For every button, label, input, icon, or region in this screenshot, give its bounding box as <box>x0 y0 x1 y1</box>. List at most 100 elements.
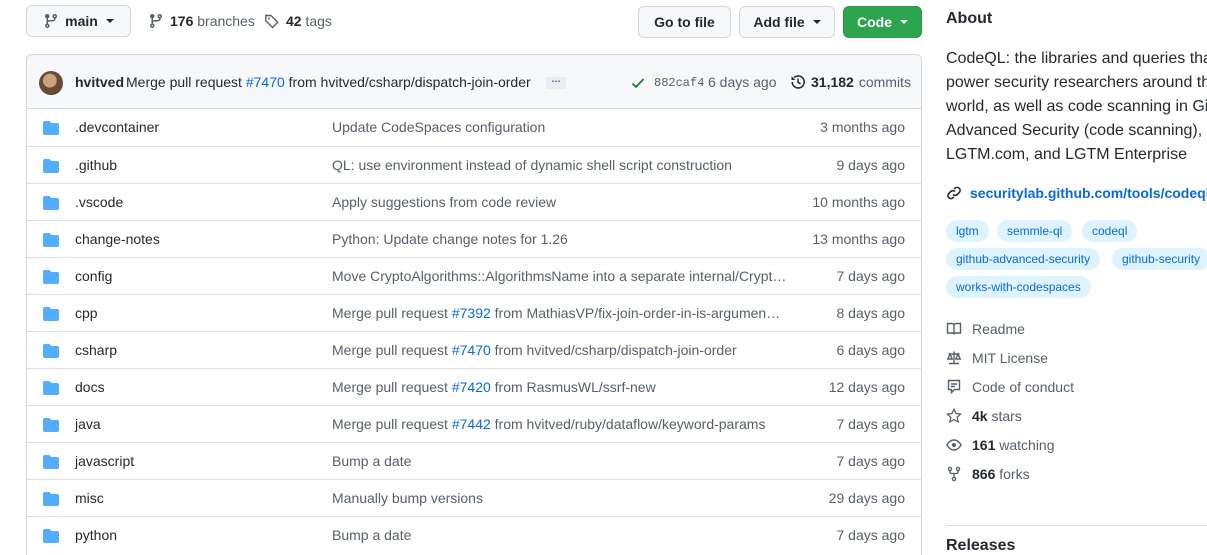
file-name-link[interactable]: .vscode <box>75 194 123 210</box>
go-to-file-button[interactable]: Go to file <box>638 6 731 38</box>
check-icon[interactable] <box>630 75 646 91</box>
chevron-down-icon <box>812 20 821 24</box>
code-of-conduct-icon <box>947 379 961 395</box>
file-name-link[interactable]: misc <box>75 490 104 506</box>
file-commit-message[interactable]: QL: use environment instead of dynamic s… <box>332 157 788 173</box>
tags-count: 42 <box>286 13 302 29</box>
table-row[interactable]: .devcontainer Update CodeSpaces configura… <box>27 109 921 146</box>
topic-tag[interactable]: github-advanced-security <box>946 248 1101 270</box>
topic-tag[interactable]: codeql <box>1082 220 1138 242</box>
file-commit-age: 7 days ago <box>836 527 906 543</box>
file-name-link[interactable]: .github <box>75 157 117 173</box>
table-row[interactable]: docs Merge pull request #7420 from Rasmus… <box>27 368 921 405</box>
topic-tag[interactable]: github-security <box>1112 248 1207 270</box>
file-commit-message[interactable]: Merge pull request #7392 from MathiasVP/… <box>332 305 788 321</box>
file-commit-age: 7 days ago <box>836 416 906 432</box>
divider <box>946 525 1207 526</box>
stars-link[interactable]: 4k stars <box>946 408 1022 424</box>
file-commit-message[interactable]: Bump a date <box>332 527 788 543</box>
file-commit-message[interactable]: Update CodeSpaces configuration <box>332 119 788 135</box>
watching-label: watching <box>999 437 1055 453</box>
about-description-line: Advanced Security (code scanning), <box>946 122 1203 139</box>
file-name-link[interactable]: java <box>75 416 101 432</box>
table-row[interactable]: misc Manually bump versions 29 days ago <box>27 479 921 516</box>
code-of-conduct-label: Code of conduct <box>972 379 1074 395</box>
table-row[interactable]: .github QL: use environment instead of dy… <box>27 146 921 183</box>
file-commit-message[interactable]: Merge pull request #7442 from hvitved/ru… <box>332 416 788 432</box>
file-name-link[interactable]: csharp <box>75 342 117 358</box>
pr-link[interactable]: #7420 <box>452 379 491 395</box>
file-name-link[interactable]: cpp <box>75 305 98 321</box>
topic-tag[interactable]: works-with-codespaces <box>946 276 1091 298</box>
releases-heading[interactable]: Releases <box>946 537 1015 555</box>
commit-message-prefix: Merge pull request <box>332 379 448 395</box>
file-commit-message[interactable]: Python: Update change notes for 1.26 <box>332 231 788 247</box>
license-label: MIT License <box>972 350 1048 366</box>
folder-icon <box>43 528 59 547</box>
commit-pr-link[interactable]: #7470 <box>246 74 285 90</box>
tags-link[interactable]: 42 tags <box>264 13 332 29</box>
table-row[interactable]: change-notes Python: Update change notes … <box>27 220 921 257</box>
commit-message[interactable]: Merge pull request #7470 from hvitved/cs… <box>126 74 531 90</box>
table-row[interactable]: javascript Bump a date 7 days ago <box>27 442 921 479</box>
watching-link[interactable]: 161 watching <box>946 437 1055 453</box>
commit-message-suffix: from MathiasVP/fix-join-order-in-is-argu… <box>494 305 781 321</box>
pr-link[interactable]: #7392 <box>452 305 491 321</box>
table-row[interactable]: csharp Merge pull request #7470 from hvit… <box>27 331 921 368</box>
code-of-conduct-link[interactable]: Code of conduct <box>946 379 1074 395</box>
file-commit-message[interactable]: Apply suggestions from code review <box>332 194 788 210</box>
link-icon <box>947 186 961 200</box>
table-row[interactable]: java Merge pull request #7442 from hvitve… <box>27 405 921 442</box>
pr-link[interactable]: #7470 <box>452 342 491 358</box>
avatar[interactable] <box>39 71 63 95</box>
commit-sha-link[interactable]: 882caf4 <box>654 76 704 90</box>
commit-author[interactable]: hvitved <box>75 74 124 90</box>
latest-commit-bar: hvitved Merge pull request #7470 from hv… <box>27 55 921 109</box>
folder-icon <box>43 120 59 139</box>
file-commit-age: 6 days ago <box>836 342 906 358</box>
table-row[interactable]: python Bump a date 7 days ago <box>27 516 921 553</box>
topic-tag[interactable]: semmle-ql <box>997 220 1073 242</box>
file-name-link[interactable]: javascript <box>75 453 134 469</box>
file-commit-age: 8 days ago <box>836 305 906 321</box>
go-to-file-label: Go to file <box>654 14 715 30</box>
file-commit-message[interactable]: Manually bump versions <box>332 490 788 506</box>
file-commit-message[interactable]: Merge pull request #7420 from RasmusWL/s… <box>332 379 788 395</box>
eye-icon <box>946 439 962 451</box>
branches-count: 176 <box>170 13 194 29</box>
file-name-link[interactable]: docs <box>75 379 105 395</box>
folder-icon <box>43 195 59 214</box>
table-row[interactable]: config Move CryptoAlgorithms::AlgorithmsN… <box>27 257 921 294</box>
table-row[interactable]: .vscode Apply suggestions from code revie… <box>27 183 921 220</box>
about-description-line: power security researchers around th <box>946 74 1207 91</box>
chevron-down-icon <box>105 19 114 23</box>
folder-icon <box>43 306 59 325</box>
file-commit-message[interactable]: Move CryptoAlgorithms::AlgorithmsName in… <box>332 268 788 284</box>
file-commit-age: 29 days ago <box>828 490 905 506</box>
forks-count: 866 <box>972 466 996 482</box>
file-name-link[interactable]: python <box>75 527 117 543</box>
readme-link[interactable]: Readme <box>946 321 1025 337</box>
website-link[interactable]: securitylab.github.com/tools/codeql <box>946 185 1207 201</box>
branches-link[interactable]: 176 branches <box>148 13 255 29</box>
forks-link[interactable]: 866 forks <box>946 466 1030 482</box>
file-commit-message[interactable]: Bump a date <box>332 453 788 469</box>
file-list: hvitved Merge pull request #7470 from hv… <box>26 54 922 555</box>
pr-link[interactable]: #7442 <box>452 416 491 432</box>
table-row[interactable]: cpp Merge pull request #7392 from Mathias… <box>27 294 921 331</box>
code-button[interactable]: Code <box>843 6 922 38</box>
expand-commit-button[interactable]: … <box>546 75 566 89</box>
license-link[interactable]: MIT License <box>946 350 1048 366</box>
folder-icon <box>43 454 59 473</box>
about-heading: About <box>946 10 993 27</box>
file-name-link[interactable]: change-notes <box>75 231 160 247</box>
commits-history-link[interactable]: 31,182 commits <box>790 74 911 90</box>
add-file-button[interactable]: Add file <box>739 6 835 38</box>
file-name-link[interactable]: .devcontainer <box>75 119 159 135</box>
branch-select-button[interactable]: main <box>26 5 131 37</box>
file-name-link[interactable]: config <box>75 268 112 284</box>
topic-tag[interactable]: lgtm <box>946 220 989 242</box>
git-branch-icon <box>45 13 58 29</box>
commit-message-suffix: from hvitved/csharp/dispatch-join-order <box>494 342 737 358</box>
file-commit-message[interactable]: Merge pull request #7470 from hvitved/cs… <box>332 342 788 358</box>
